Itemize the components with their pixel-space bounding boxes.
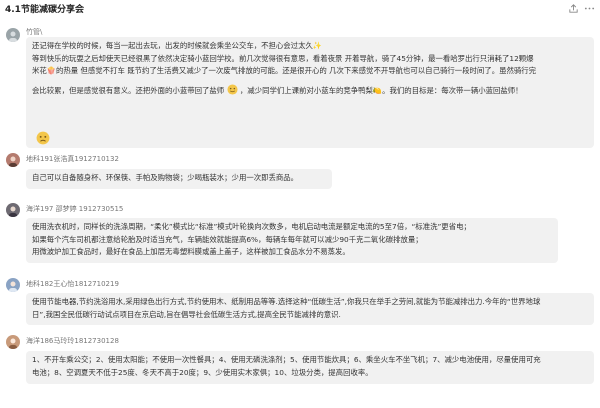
more-icon[interactable] [584, 3, 595, 14]
user-avatar[interactable] [6, 28, 20, 42]
smiley-emoji-icon [226, 84, 238, 95]
page-title: 4.1节能减碳分享会 [5, 5, 84, 15]
share-icon[interactable] [568, 3, 579, 14]
message-line: 还记得在学校的时候，每当一起出去玩，出发的时候就会乘坐公交车，不担心会过太久✨ [32, 41, 323, 50]
chat-header: 4.1节能减碳分享会 [0, 0, 600, 16]
message-bubble: 还记得在学校的时候，每当一起出去玩，出发的时候就会乘坐公交车，不担心会过太久✨ … [26, 37, 594, 148]
message-line: 使用洗衣机时，同样长的洗涤周期，“柔化”模式比“标准”模式叶轮换向次数多，电机启… [32, 222, 471, 231]
message-line: 等到快乐的玩耍之后却使天已经很黑了依然决定骑小蓝回学校。前几次觉得很有意思，看着… [32, 53, 534, 63]
message-line: 自己可以自备随身杯、环保筷、手帕及购物袋；少喝瓶装水；少用一次即丢商品。 [32, 173, 299, 182]
sad-face-emoji-icon [36, 131, 50, 145]
user-avatar[interactable] [6, 335, 20, 349]
user-avatar[interactable] [6, 153, 20, 167]
message-author: 地科182王心怡1812710219 [26, 280, 119, 288]
message-author: 海洋197 邵梦婷 1912730515 [26, 205, 124, 213]
message-line: 使用节能电器,节约洗浴用水,采用绿色出行方式,节约使用木、纸制用品等等.选择这种… [32, 297, 541, 306]
message-line: 日”,我国全民低碳行动试点项目在京启动,旨在倡导社会低碳生活方式,提高全民节能减… [32, 309, 341, 319]
message-bubble: 使用节能电器,节约洗浴用水,采用绿色出行方式,节约使用木、纸制用品等等.选择这种… [26, 293, 594, 325]
message-line: 如果每个汽车司机都注意给轮胎及时适当充气，车辆能效就能提高6%，每辆车每年就可以… [32, 234, 423, 244]
message-line: 用微波炉加工食品时，最好在食品上加层无毒塑料膜或盖上盖子，这样被加工食品水分不易… [32, 247, 350, 257]
message-line: 1、不开车乘公交；2、使用太阳能；不使用一次性餐具；4、使用无磷洗涤剂；5、使用… [32, 355, 541, 364]
message-bubble: 使用洗衣机时，同样长的洗涤周期，“柔化”模式比“标准”模式叶轮换向次数多，电机启… [26, 218, 558, 263]
message-author: 竹管\ [26, 28, 43, 36]
message-author: 海洋186马玲玲1812730128 [26, 337, 119, 345]
message-line: 米花🍿的热量 但感觉不打车 既节约了生活费又减少了一次废气排放的可能。还是很开心… [32, 66, 537, 76]
user-avatar[interactable] [6, 278, 20, 292]
message-line: 会比较累，但是感觉很有意义。还把外面的小蓝带回了盐师 [32, 86, 225, 96]
user-avatar[interactable] [6, 203, 20, 217]
message-bubble: 1、不开车乘公交；2、使用太阳能；不使用一次性餐具；4、使用无磷洗涤剂；5、使用… [26, 351, 594, 384]
message-line: 电池；8、空调夏天不低于25度、冬天不高于20度；9、少使用实木家俱；10、垃圾… [32, 367, 373, 377]
message-line: ，减少同学们上课前对小蓝车的竞争鸭梨🍋。我们的目标是：每次带一辆小蓝回盐师！ [239, 86, 523, 96]
message-author: 地科191张浩真1912710132 [26, 155, 119, 163]
message-bubble: 自己可以自备随身杯、环保筷、手帕及购物袋；少喝瓶装水；少用一次即丢商品。 [26, 169, 332, 189]
message-line-group: 会比较累，但是感觉很有意义。还把外面的小蓝带回了盐师 ，减少同学们上课前对小蓝车… [32, 84, 588, 98]
